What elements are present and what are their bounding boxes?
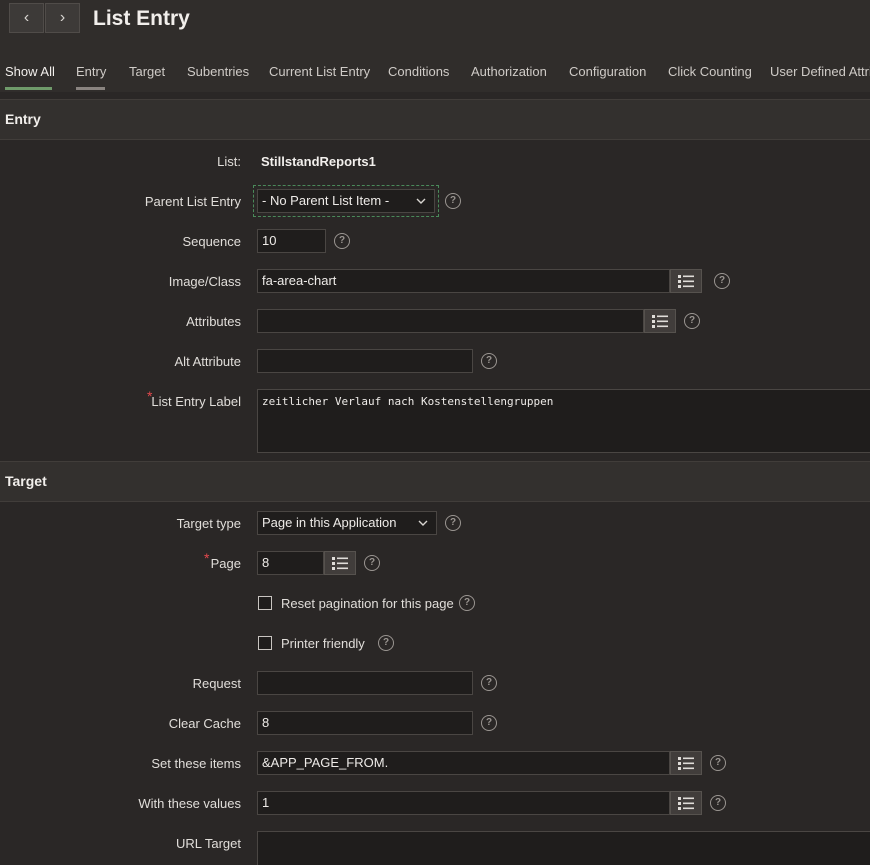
section-title: Entry	[5, 111, 41, 127]
help-icon[interactable]: ?	[378, 635, 394, 651]
help-icon[interactable]: ?	[710, 795, 726, 811]
tab-conditions[interactable]: Conditions	[388, 64, 449, 79]
tab-click-counting[interactable]: Click Counting	[668, 64, 752, 79]
clear-cache-input[interactable]: 8	[257, 711, 473, 735]
attributes-input[interactable]	[257, 309, 644, 333]
target-type-value: Page in this Application	[262, 515, 397, 530]
tab-user-defined-attributes[interactable]: User Defined Attrib	[770, 64, 870, 79]
list-of-values-button[interactable]	[670, 751, 702, 775]
set-items-label: Set these items	[151, 756, 241, 771]
sequence-label: Sequence	[182, 234, 241, 249]
chevron-left-icon: ‹	[23, 9, 30, 26]
tab-current-list-entry[interactable]: Current List Entry	[269, 64, 370, 79]
alt-attribute-input[interactable]	[257, 349, 473, 373]
help-icon[interactable]: ?	[445, 193, 461, 209]
section-header-target: Target	[0, 461, 870, 502]
parent-list-entry-label: Parent List Entry	[144, 194, 241, 209]
parent-list-entry-value: - No Parent List Item -	[262, 193, 390, 208]
with-values-label: With these values	[138, 796, 241, 811]
help-icon[interactable]: ?	[445, 515, 461, 531]
reset-pagination-checkbox[interactable]	[258, 596, 272, 610]
request-input[interactable]	[257, 671, 473, 695]
with-values-input[interactable]: 1	[257, 791, 670, 815]
tab-target[interactable]: Target	[129, 64, 165, 79]
help-icon[interactable]: ?	[710, 755, 726, 771]
help-icon[interactable]: ?	[684, 313, 700, 329]
help-icon[interactable]: ?	[364, 555, 380, 571]
help-icon[interactable]: ?	[481, 353, 497, 369]
alt-attribute-label: Alt Attribute	[174, 354, 241, 369]
chevron-down-icon	[418, 520, 428, 526]
list-icon	[652, 314, 668, 328]
section-title: Target	[5, 473, 47, 489]
tab-subentries[interactable]: Subentries	[187, 64, 249, 79]
list-of-values-button[interactable]	[324, 551, 356, 575]
list-label: List:	[217, 154, 241, 169]
image-class-input[interactable]: fa-area-chart	[257, 269, 670, 293]
list-icon	[678, 756, 694, 770]
printer-friendly-label: Printer friendly	[281, 636, 365, 651]
list-icon	[678, 796, 694, 810]
page-title: List Entry	[93, 7, 190, 30]
help-icon[interactable]: ?	[459, 595, 475, 611]
tab-entry[interactable]: Entry	[76, 64, 106, 79]
back-button[interactable]: ‹	[9, 3, 44, 33]
clear-cache-label: Clear Cache	[168, 716, 241, 731]
image-class-label: Image/Class	[168, 274, 241, 289]
help-icon[interactable]: ?	[334, 233, 350, 249]
sequence-input[interactable]: 10	[257, 229, 326, 253]
set-items-input[interactable]: &APP_PAGE_FROM.	[257, 751, 670, 775]
help-icon[interactable]: ?	[481, 675, 497, 691]
list-entry-label-textarea[interactable]: zeitlicher Verlauf nach Kostenstellengru…	[257, 389, 870, 453]
target-type-select[interactable]: Page in this Application	[257, 511, 437, 535]
parent-list-entry-select[interactable]: - No Parent List Item -	[257, 189, 435, 213]
tab-active-underline	[5, 87, 52, 90]
help-icon[interactable]: ?	[481, 715, 497, 731]
list-of-values-button[interactable]	[670, 791, 702, 815]
attributes-label: Attributes	[186, 314, 241, 329]
request-label: Request	[192, 676, 241, 691]
tab-show-all[interactable]: Show All	[5, 64, 55, 79]
list-icon	[332, 556, 348, 570]
page-input[interactable]: 8	[257, 551, 324, 575]
list-icon	[678, 274, 694, 288]
page-label: Page	[210, 556, 241, 571]
tab-underline	[76, 87, 105, 90]
printer-friendly-checkbox[interactable]	[258, 636, 272, 650]
chevron-right-icon: ›	[59, 9, 66, 26]
url-target-label: URL Target	[175, 836, 241, 851]
list-value: StillstandReports1	[261, 154, 376, 169]
section-header-entry: Entry	[0, 99, 870, 140]
list-of-values-button[interactable]	[670, 269, 702, 293]
url-target-textarea[interactable]	[257, 831, 870, 865]
reset-pagination-label: Reset pagination for this page	[281, 596, 454, 611]
tab-authorization[interactable]: Authorization	[471, 64, 547, 79]
list-entry-label-label: List Entry Label	[151, 394, 241, 409]
tab-configuration[interactable]: Configuration	[569, 64, 646, 79]
help-icon[interactable]: ?	[714, 273, 730, 289]
chevron-down-icon	[416, 198, 426, 204]
forward-button[interactable]: ›	[45, 3, 80, 33]
list-of-values-button[interactable]	[644, 309, 676, 333]
target-type-label: Target type	[176, 516, 241, 531]
